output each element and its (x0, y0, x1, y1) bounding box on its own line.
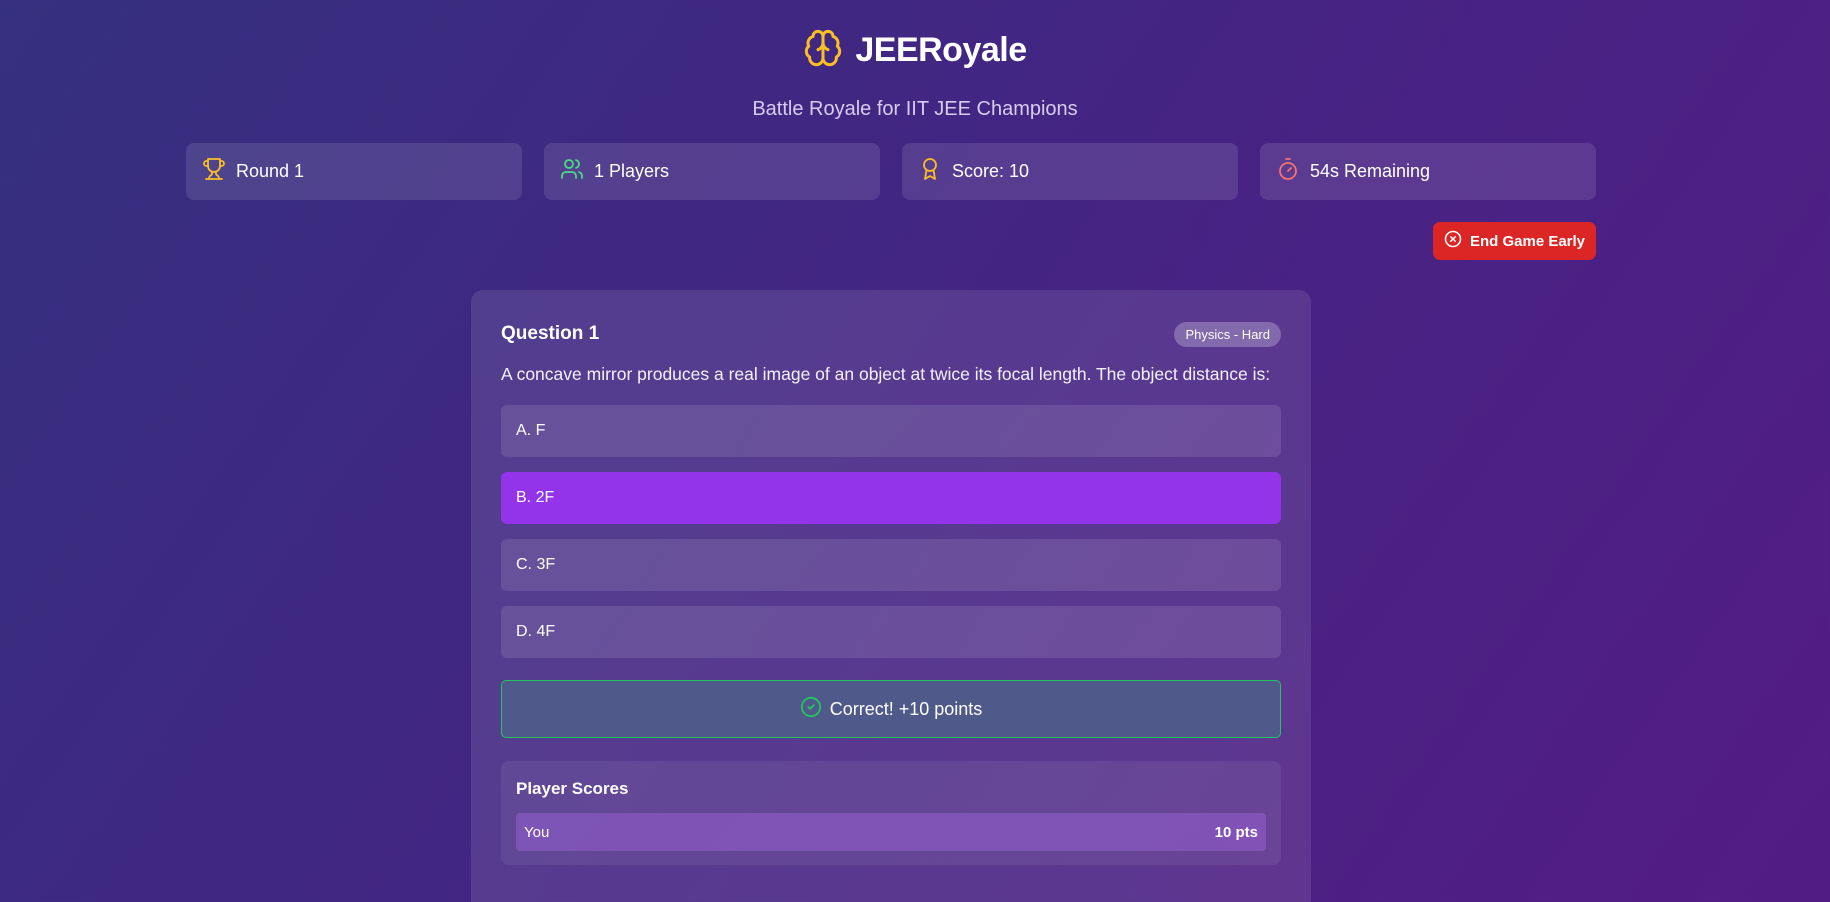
timer-icon (1276, 157, 1300, 186)
end-game-button[interactable]: End Game Early (1433, 222, 1596, 260)
option-c[interactable]: C. 3F (501, 539, 1281, 591)
option-b[interactable]: B. 2F (501, 472, 1281, 524)
question-title: Question 1 (501, 323, 600, 344)
trophy-icon (202, 157, 226, 186)
timer-stat: 54s Remaining (1260, 143, 1596, 200)
close-circle-icon (1444, 230, 1462, 252)
player-name: You (524, 823, 550, 841)
question-header: Question 1 Physics - Hard (501, 320, 1281, 348)
users-icon (560, 157, 584, 186)
brain-icon (803, 28, 843, 73)
app-header: JEERoyale Battle Royale for IIT JEE Cham… (0, 24, 1830, 121)
score-row: You 10 pts (516, 813, 1266, 851)
option-d[interactable]: D. 4F (501, 606, 1281, 658)
question-card: Question 1 Physics - Hard A concave mirr… (471, 290, 1311, 902)
brand: JEERoyale (803, 24, 1027, 76)
subject-badge: Physics - Hard (1174, 321, 1281, 347)
award-icon (918, 157, 942, 186)
round-stat: Round 1 (186, 143, 522, 200)
score-stat: Score: 10 (902, 143, 1238, 200)
app-title: JEERoyale (855, 30, 1027, 69)
feedback-text: Correct! +10 points (829, 698, 983, 719)
app-subtitle: Battle Royale for IIT JEE Champions (752, 98, 1078, 120)
round-label: Round 1 (236, 161, 305, 181)
check-circle-icon (800, 696, 822, 723)
answer-options: A. F B. 2F C. 3F D. 4F (501, 405, 1281, 658)
question-text: A concave mirror produces a real image o… (501, 364, 1271, 384)
player-points: 10 pts (1214, 823, 1258, 841)
player-scores-title: Player Scores (516, 779, 629, 798)
option-a[interactable]: A. F (501, 405, 1281, 457)
score-label: Score: 10 (952, 161, 1030, 181)
players-stat: 1 Players (544, 143, 880, 200)
answer-feedback: Correct! +10 points (501, 680, 1281, 738)
timer-label: 54s Remaining (1310, 161, 1431, 181)
stats-bar: Round 1 1 Players Score: 10 54s Remainin… (186, 143, 1596, 200)
players-label: 1 Players (594, 161, 670, 181)
player-scores-panel: Player Scores You 10 pts (501, 761, 1281, 865)
end-game-label: End Game Early (1469, 232, 1586, 250)
